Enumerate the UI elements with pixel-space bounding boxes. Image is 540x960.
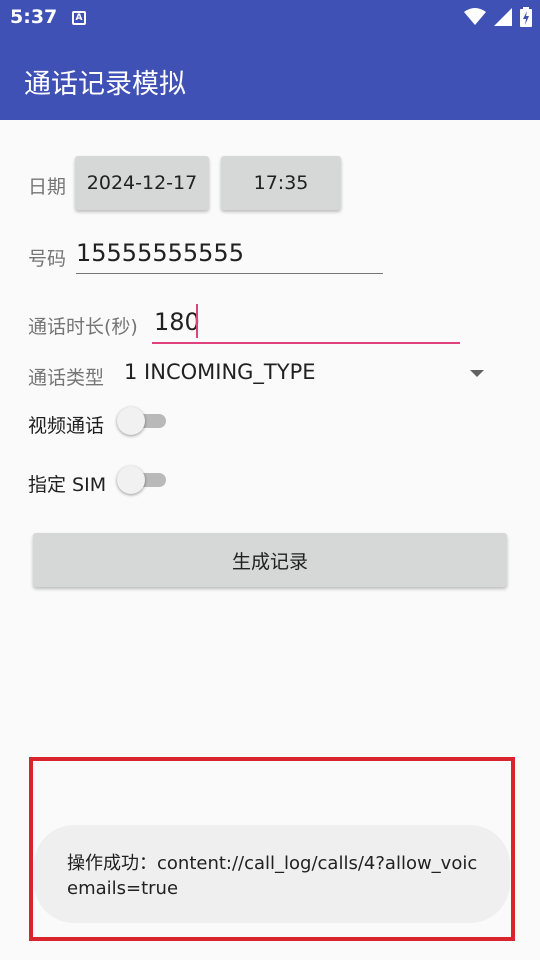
date-label: 日期 [28,176,67,198]
sim-label: 指定 SIM [28,474,107,496]
status-bar: 5:37 A [0,0,540,36]
battery-icon [520,7,532,27]
status-icons [464,7,532,27]
toast-text: 操作成功：content://call_log/calls/4?allow_vo… [67,853,478,899]
number-input-underline [76,273,383,274]
video-call-switch-thumb[interactable] [117,407,145,435]
app-title: 通话记录模拟 [24,69,186,100]
toast-message: 操作成功：content://call_log/calls/4?allow_vo… [34,825,510,923]
date-picker-button[interactable]: 2024-12-17 [75,156,209,210]
video-call-label: 视频通话 [28,415,105,437]
duration-label: 通话时长(秒) [28,316,138,338]
duration-input-underline [152,342,460,344]
generate-record-button[interactable]: 生成记录 [33,533,507,587]
wifi-icon [464,8,486,25]
dropdown-arrow-icon[interactable] [470,370,484,377]
duration-input[interactable]: 180 [154,308,200,336]
app-bar: 通话记录模拟 [0,36,540,120]
signal-icon [494,8,512,26]
number-input[interactable]: 15555555555 [76,239,244,267]
text-cursor [196,304,198,338]
notification-icon: A [72,11,86,25]
status-time: 5:37 [10,6,58,28]
sim-switch-thumb[interactable] [117,466,145,494]
call-type-label: 通话类型 [28,367,105,389]
call-type-spinner[interactable]: 1 INCOMING_TYPE [124,360,316,384]
time-picker-button[interactable]: 17:35 [221,156,341,210]
number-label: 号码 [28,248,67,270]
